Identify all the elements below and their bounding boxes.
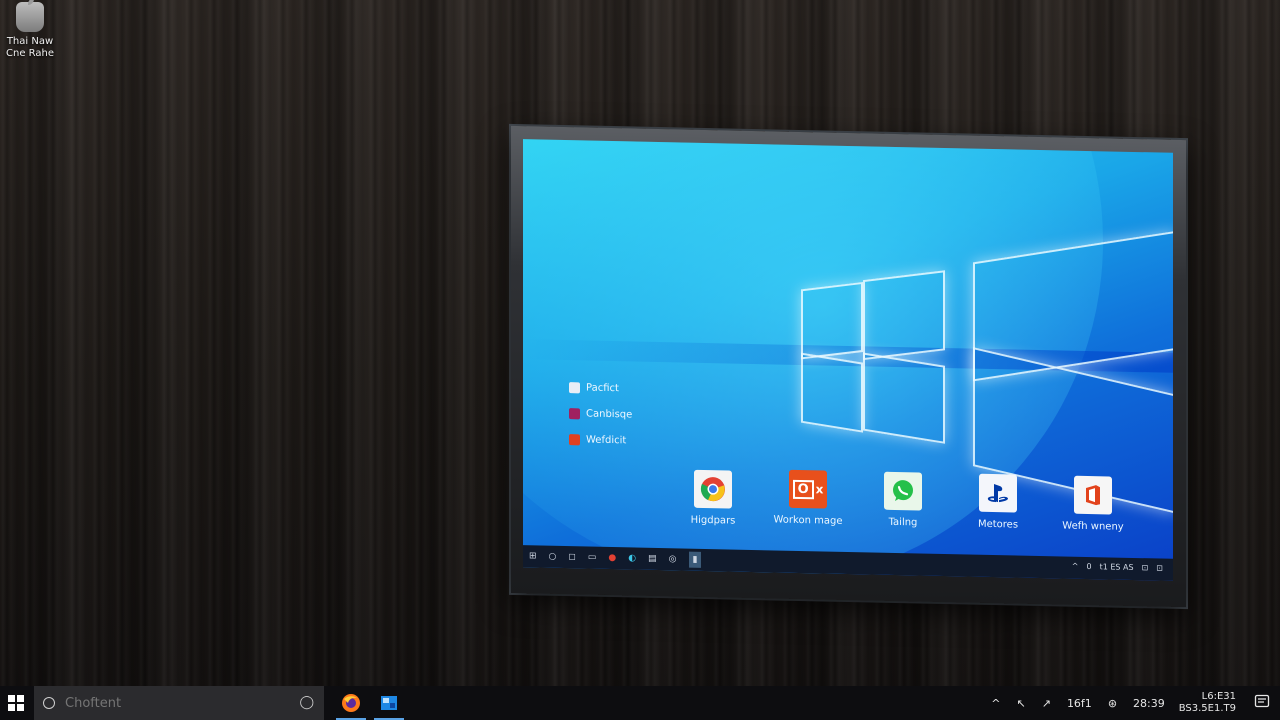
desktop-icon[interactable]: Thai Naw Cne Rahe (2, 0, 58, 60)
search-icon (43, 697, 55, 709)
monitor-screen: Pacfict Canbisqe Wefdicit Higdpars O x W… (523, 139, 1173, 581)
app-tile-label: Tailng (888, 516, 918, 529)
inner-tray-item[interactable]: ⊡ (1156, 563, 1163, 572)
inner-search-icon[interactable]: ○ (549, 552, 557, 562)
taskbar-clock[interactable]: L6:E31 BS3.5E1.T9 (1179, 691, 1236, 715)
start-button[interactable] (0, 686, 32, 720)
app-tile-label: Wefh wneny (1062, 520, 1124, 533)
windows-logo-pane (863, 352, 945, 444)
office-icon: Ox (789, 469, 827, 509)
inner-list-item-icon (569, 381, 580, 393)
inner-app-icon[interactable]: ▭ (588, 553, 597, 563)
app-tile-label: Workon mage (773, 514, 843, 527)
app-tile-office[interactable]: Ox Workon mage (758, 469, 858, 527)
inner-list-item[interactable]: Canbisqe (569, 400, 632, 427)
system-tray: ^ ↖ ↗ 16f1 ⊛ 28:39 L6:E31 BS3.5E1.T9 (983, 686, 1280, 720)
tray-chevron-icon[interactable]: ^ (991, 697, 1000, 710)
tray-icon[interactable]: ↖ (1017, 697, 1026, 710)
inner-folder-icon[interactable]: ▤ (648, 554, 657, 564)
inner-start-icon[interactable]: ⊞ (529, 551, 537, 561)
chrome-icon (694, 469, 732, 509)
search-input[interactable] (63, 694, 287, 712)
app-tile-label: Higdpars (690, 514, 736, 527)
app-tile-label: Metores (977, 518, 1019, 531)
inner-list-item[interactable]: Pacfict (569, 374, 632, 401)
app-tile-whatsapp[interactable]: Tailng (853, 471, 953, 529)
windows-icon (8, 695, 24, 711)
monitor-frame: Pacfict Canbisqe Wefdicit Higdpars O x W… (511, 125, 1186, 608)
search-circle-icon[interactable]: ◯ (299, 695, 314, 710)
inner-edge-icon[interactable]: ◐ (628, 553, 636, 563)
inner-tray-item[interactable]: ^ (1072, 562, 1079, 571)
inner-settings-icon[interactable]: ◎ (669, 554, 677, 564)
taskbar-app-window[interactable] (370, 686, 408, 720)
app-tile-chrome[interactable]: Higdpars (663, 469, 763, 527)
inner-tray: ^ 0 t1 ES AS ⊡ ⊡ (1072, 562, 1163, 573)
inner-chrome-icon[interactable]: ● (608, 553, 616, 563)
clock-time: L6:E31 (1201, 691, 1236, 702)
taskbar-app-firefox[interactable] (332, 686, 370, 720)
apple-icon (16, 0, 44, 32)
taskbar: ◯ ^ ↖ ↗ 16f1 ⊛ 28:39 L6:E31 BS3.5E1.T9 (0, 686, 1280, 720)
taskbar-search[interactable]: ◯ (34, 686, 324, 720)
inner-side-list: Pacfict Canbisqe Wefdicit (569, 374, 632, 453)
windows-logo-pane (863, 270, 945, 361)
tray-text[interactable]: 28:39 (1133, 697, 1165, 710)
app-tile-playstation[interactable]: Metores (948, 473, 1048, 531)
tray-icon[interactable]: ⊛ (1108, 697, 1117, 710)
inner-list-item-label: Wefdicit (586, 434, 627, 446)
inner-list-item-label: Pacfict (586, 382, 619, 394)
inner-list-item[interactable]: Wefdicit (569, 426, 632, 453)
windows-logo-pane (801, 352, 863, 433)
windows-logo-pane (801, 281, 863, 360)
notification-icon[interactable] (1254, 694, 1270, 713)
inner-taskview-icon[interactable]: ◻ (568, 552, 575, 562)
whatsapp-icon (884, 471, 922, 511)
tray-text[interactable]: 16f1 (1067, 697, 1092, 710)
office-icon (1074, 475, 1112, 515)
inner-tray-item[interactable]: ⊡ (1142, 563, 1149, 572)
tray-icon[interactable]: ↗ (1042, 697, 1051, 710)
app-tile-office-2[interactable]: Wefh wneny (1043, 475, 1143, 533)
app-window-icon (381, 696, 397, 710)
inner-app-tiles: Higdpars Ox Workon mage Tailng Metores W… (673, 469, 1153, 549)
inner-active-app-icon[interactable]: ▮ (688, 551, 702, 568)
inner-list-item-label: Canbisqe (586, 408, 633, 420)
inner-list-item-icon (569, 433, 580, 445)
desktop-icon-label: Thai Naw Cne Rahe (6, 36, 54, 59)
inner-tray-item[interactable]: 0 (1087, 562, 1092, 571)
inner-list-item-icon (569, 407, 580, 419)
playstation-icon (979, 473, 1017, 513)
firefox-icon (342, 694, 360, 712)
clock-date: BS3.5E1.T9 (1178, 703, 1236, 714)
inner-tray-item[interactable]: t1 ES AS (1100, 562, 1134, 572)
